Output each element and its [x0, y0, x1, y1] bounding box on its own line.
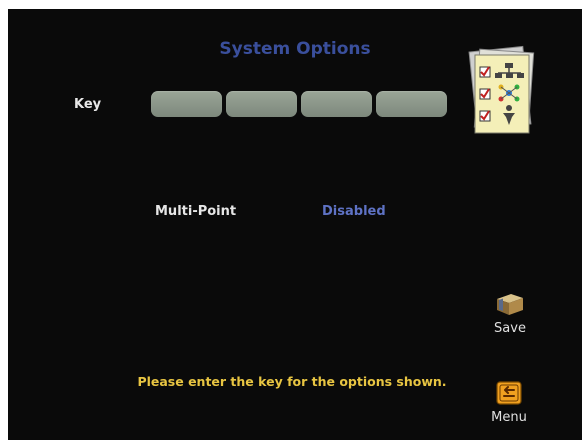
system-options-screen: System Options Key Multi-Point Disabled … — [8, 9, 582, 440]
save-box-icon — [497, 294, 523, 315]
key-segment-2[interactable] — [226, 91, 297, 117]
key-segment-4[interactable] — [376, 91, 447, 117]
key-input-group — [151, 91, 447, 117]
menu-button[interactable]: Menu — [485, 381, 533, 435]
menu-label: Menu — [491, 410, 527, 425]
key-segment-1[interactable] — [151, 91, 222, 117]
option-value-multi-point[interactable]: Disabled — [322, 204, 386, 219]
save-label: Save — [494, 321, 526, 336]
key-label: Key — [74, 97, 102, 112]
menu-back-icon — [496, 381, 522, 405]
option-label-multi-point: Multi-Point — [155, 204, 237, 219]
save-button[interactable]: Save — [486, 292, 534, 348]
key-segment-3[interactable] — [301, 91, 372, 117]
status-message: Please enter the key for the options sho… — [137, 374, 447, 389]
checklist-options-icon — [468, 45, 535, 134]
